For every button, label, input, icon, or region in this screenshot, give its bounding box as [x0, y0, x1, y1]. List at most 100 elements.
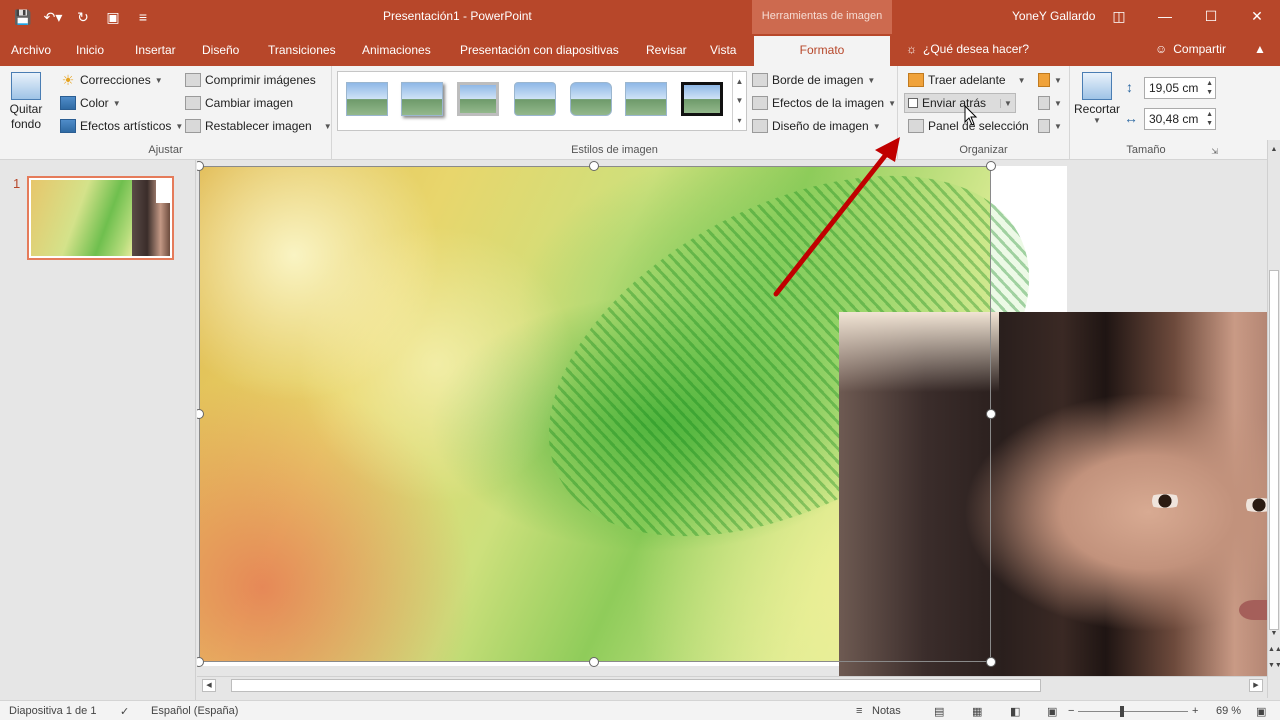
spinner-arrows-icon[interactable]: ▲ ▼: [1206, 110, 1213, 128]
tell-me-label: ¿Qué desea hacer?: [923, 42, 1030, 56]
resize-handle-top[interactable]: [589, 161, 599, 171]
align-button[interactable]: ▼: [1038, 70, 1062, 90]
tab-archivo[interactable]: Archivo: [11, 43, 51, 57]
height-input[interactable]: 19,05 cm ▲ ▼: [1144, 77, 1216, 99]
zoom-level[interactable]: 69 %: [1216, 705, 1241, 717]
resize-handle-top-right[interactable]: [986, 161, 996, 171]
slide-sorter-icon[interactable]: ▦: [972, 705, 982, 718]
style-bevel[interactable]: [625, 82, 667, 116]
zoom-slider-knob[interactable]: [1120, 706, 1124, 717]
group-tamano: Recortar ▼ ↕ 19,05 cm ▲ ▼ ↔ 30,48 cm ▲ ▼ T…: [1070, 66, 1222, 160]
tab-transiciones[interactable]: Transiciones: [268, 43, 336, 57]
style-thick-matte[interactable]: [457, 82, 499, 116]
picture-effects-label: Efectos de la imagen: [772, 96, 885, 110]
picture-border-button[interactable]: Borde de imagen ▼: [752, 70, 875, 90]
compress-pictures-button[interactable]: Comprimir imágenes: [185, 70, 316, 90]
customize-qat-icon[interactable]: ≡: [130, 6, 156, 28]
tab-inicio[interactable]: Inicio: [76, 43, 104, 57]
quick-access-toolbar: 💾 ↶▾ ↻ ▣ ≡: [10, 6, 156, 28]
style-reflected[interactable]: [570, 82, 612, 116]
notes-button[interactable]: Notas: [872, 705, 901, 717]
slide-thumbnail[interactable]: [27, 176, 174, 260]
language-indicator[interactable]: Español (España): [151, 705, 238, 717]
scroll-left-icon[interactable]: ◀: [202, 679, 216, 692]
rotate-button[interactable]: ▼: [1038, 116, 1062, 136]
minimize-icon[interactable]: —: [1142, 0, 1188, 32]
vertical-scroll-thumb[interactable]: [1269, 270, 1279, 630]
title-bar: 💾 ↶▾ ↻ ▣ ≡ Presentación1 - PowerPoint He…: [0, 0, 1280, 34]
tab-revisar[interactable]: Revisar: [646, 43, 687, 57]
style-soft-shadow[interactable]: [401, 82, 443, 116]
gallery-scroll[interactable]: ▲ ▼ ▾: [732, 72, 746, 130]
fit-slide-icon[interactable]: ▣: [1256, 705, 1266, 718]
color-icon: [60, 96, 76, 110]
tab-animaciones[interactable]: Animaciones: [362, 43, 431, 57]
slideshow-icon[interactable]: ▣: [1047, 705, 1057, 718]
chevron-down-icon[interactable]: ▼: [1000, 98, 1012, 108]
horizontal-scroll-thumb[interactable]: [231, 679, 1041, 692]
tab-vista[interactable]: Vista: [710, 43, 736, 57]
start-from-beginning-icon[interactable]: ▣: [100, 6, 126, 28]
chevron-down-icon: ▼: [1054, 98, 1062, 108]
close-icon[interactable]: ✕: [1234, 0, 1280, 32]
horizontal-scrollbar[interactable]: ◀ ▶: [197, 676, 1267, 694]
reset-picture-button[interactable]: Restablecer imagen ▼: [185, 116, 332, 136]
more-icon[interactable]: ▾: [737, 116, 741, 125]
scroll-right-icon[interactable]: ▶: [1249, 679, 1263, 692]
user-name[interactable]: YoneY Gallardo: [1012, 9, 1095, 23]
chevron-down-icon: ▼: [154, 75, 163, 85]
collapse-ribbon-icon[interactable]: ▲: [1254, 42, 1266, 56]
resize-handle-bottom[interactable]: [589, 657, 599, 667]
zoom-in-icon[interactable]: +: [1192, 705, 1198, 717]
color-button[interactable]: Color ▼: [60, 93, 121, 113]
zoom-slider[interactable]: [1078, 711, 1188, 712]
redo-icon[interactable]: ↻: [70, 6, 96, 28]
share-button[interactable]: ☺ Compartir: [1155, 42, 1226, 56]
style-soft-edge[interactable]: [514, 82, 556, 116]
reading-view-icon[interactable]: ◧: [1010, 705, 1020, 718]
reset-picture-icon: [185, 119, 201, 133]
resize-handle-bottom-right[interactable]: [986, 657, 996, 667]
tell-me-search[interactable]: ☼ ¿Qué desea hacer?: [906, 42, 1029, 56]
chevron-down-icon: ▼: [1017, 75, 1026, 85]
bring-forward-button[interactable]: Traer adelante ▼: [908, 70, 1026, 90]
group-icon: [1038, 96, 1050, 110]
artistic-effects-button[interactable]: Efectos artísticos ▼: [60, 116, 183, 136]
resize-handle-right[interactable]: [986, 409, 996, 419]
save-icon[interactable]: 💾: [10, 6, 36, 28]
chevron-up-icon[interactable]: ▲: [736, 77, 744, 86]
tab-formato[interactable]: Formato: [754, 36, 890, 66]
slide-editing-canvas[interactable]: [197, 160, 1267, 676]
remove-background-button[interactable]: Quitar fondo: [4, 72, 48, 132]
ribbon-display-options-icon[interactable]: ◫: [1096, 0, 1142, 32]
previous-slide-icon[interactable]: ▲▲: [1268, 646, 1280, 653]
dialog-launcher-icon[interactable]: ⇲: [1211, 147, 1218, 156]
maximize-icon[interactable]: ☐: [1188, 0, 1234, 32]
chevron-down-icon[interactable]: ▼: [736, 96, 744, 105]
change-picture-button[interactable]: Cambiar imagen: [185, 93, 293, 113]
zoom-out-icon[interactable]: −: [1068, 705, 1074, 717]
slide-info: Diapositiva 1 de 1: [9, 705, 97, 717]
selection-pane-button[interactable]: Panel de selección: [908, 116, 1029, 136]
tab-presentacion[interactable]: Presentación con diapositivas: [460, 43, 619, 57]
scroll-down-icon[interactable]: ▼: [1268, 630, 1280, 637]
crop-button[interactable]: Recortar ▼: [1072, 72, 1122, 125]
undo-icon[interactable]: ↶▾: [40, 6, 66, 28]
picture-layout-button[interactable]: Diseño de imagen ▼: [752, 116, 881, 136]
next-slide-icon[interactable]: ▼▼: [1268, 662, 1280, 669]
group-objects-button[interactable]: ▼: [1038, 93, 1062, 113]
tab-diseno[interactable]: Diseño: [202, 43, 239, 57]
width-input[interactable]: 30,48 cm ▲ ▼: [1144, 108, 1216, 130]
send-backward-button[interactable]: Enviar atrás ▼: [904, 93, 1016, 113]
style-simple-frame[interactable]: [346, 82, 388, 116]
scroll-up-icon[interactable]: ▲: [1268, 146, 1280, 153]
spinner-arrows-icon[interactable]: ▲ ▼: [1206, 79, 1213, 97]
vertical-scrollbar[interactable]: ▲ ▼ ▲▲ ▼▼: [1267, 140, 1280, 698]
normal-view-icon[interactable]: ▤: [934, 705, 944, 718]
style-black-frame[interactable]: [681, 82, 723, 116]
picture-effects-button[interactable]: Efectos de la imagen ▼: [752, 93, 896, 113]
corrections-button[interactable]: ☀ Correcciones ▼: [60, 70, 163, 90]
ribbon: Quitar fondo ☀ Correcciones ▼ Color ▼ Ef…: [0, 66, 1280, 160]
spell-check-icon[interactable]: ✓: [120, 705, 129, 718]
tab-insertar[interactable]: Insertar: [135, 43, 176, 57]
